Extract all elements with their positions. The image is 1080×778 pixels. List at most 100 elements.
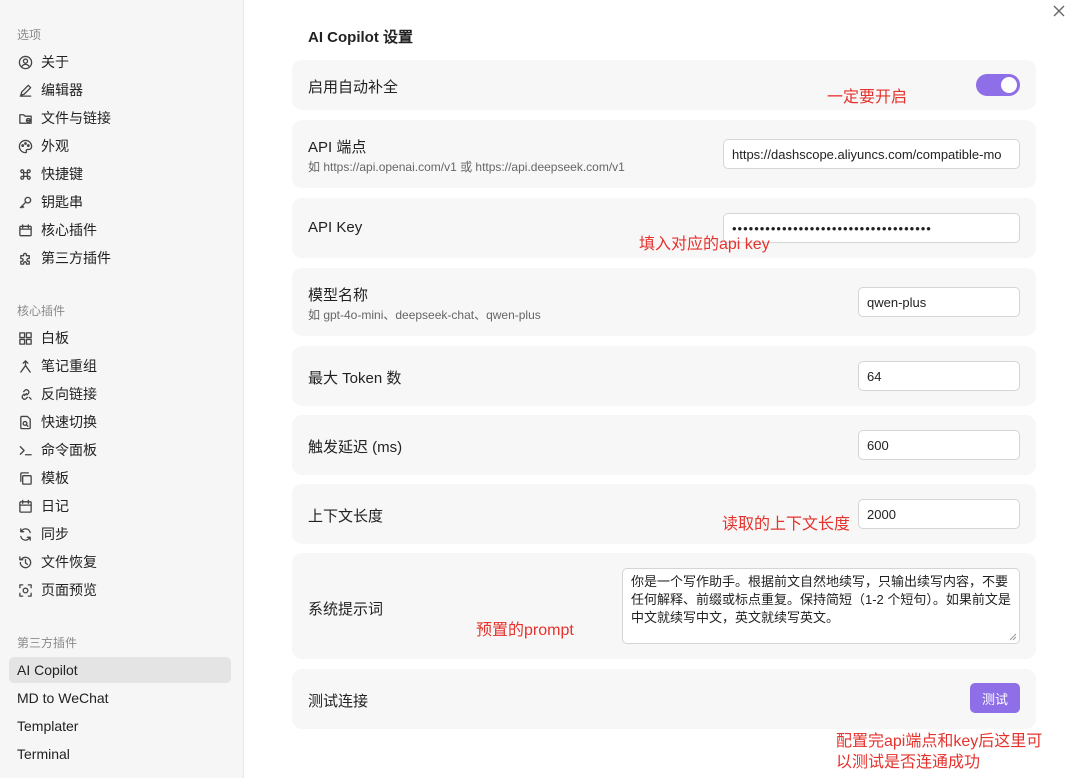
setting-label: 系统提示词 xyxy=(308,601,384,618)
sidebar-item-label: 外观 xyxy=(41,138,69,154)
puzzle-icon xyxy=(17,250,33,266)
setting-system-prompt: 系统提示词 你是一个写作助手。根据前文自然地续写，只输出续写内容，不要任何解释、… xyxy=(292,553,1036,659)
grid-icon xyxy=(17,330,33,346)
sidebar-item-community-plugins[interactable]: 第三方插件 xyxy=(9,245,231,271)
sidebar-item-label: AI Copilot xyxy=(17,662,78,678)
sidebar-item-backlinks[interactable]: 反向链接 xyxy=(9,381,231,407)
sidebar-item-page-preview[interactable]: 页面预览 xyxy=(9,577,231,603)
sidebar-item-label: 核心插件 xyxy=(41,222,97,238)
settings-content: AI Copilot 设置 启用自动补全 API 端点 如 https://ap… xyxy=(244,0,1080,778)
sidebar-item-label: 关于 xyxy=(41,54,69,70)
context-length-input[interactable] xyxy=(858,499,1020,529)
setting-autocomplete: 启用自动补全 xyxy=(292,60,1036,110)
setting-label: 测试连接 xyxy=(308,693,369,710)
sidebar-item-label: 反向链接 xyxy=(41,386,97,402)
calendar-icon xyxy=(17,498,33,514)
setting-label: 启用自动补全 xyxy=(308,79,399,96)
max-token-input[interactable] xyxy=(858,361,1020,391)
command-icon xyxy=(17,166,33,182)
user-circle-icon xyxy=(17,54,33,70)
sidebar-item-label: 页面预览 xyxy=(41,582,97,598)
sidebar-item-ai-copilot[interactable]: AI Copilot xyxy=(9,657,231,683)
page-title: AI Copilot 设置 xyxy=(308,29,413,46)
setting-label: 上下文长度 xyxy=(308,508,384,525)
sidebar-item-daily-notes[interactable]: 日记 xyxy=(9,493,231,519)
annotation-prompt: 预置的prompt xyxy=(476,622,574,639)
sidebar-item-hotkeys[interactable]: 快捷键 xyxy=(9,161,231,187)
annotation-api-key: 填入对应的api key xyxy=(639,236,770,253)
setting-label: 模型名称 xyxy=(308,287,369,304)
sidebar-item-canvas[interactable]: 白板 xyxy=(9,325,231,351)
setting-description: 如 https://api.openai.com/v1 或 https://ap… xyxy=(308,160,625,174)
model-name-input[interactable] xyxy=(858,287,1020,317)
history-icon xyxy=(17,554,33,570)
sidebar-item-appearance[interactable]: 外观 xyxy=(9,133,231,159)
sidebar-item-label: 命令面板 xyxy=(41,442,97,458)
annotation-context: 读取的上下文长度 xyxy=(722,516,851,533)
setting-description: 如 gpt-4o-mini、deepseek-chat、qwen-plus xyxy=(308,308,541,322)
trigger-delay-input[interactable] xyxy=(858,430,1020,460)
sidebar-item-label: 模板 xyxy=(41,470,69,486)
sidebar-item-about[interactable]: 关于 xyxy=(9,49,231,75)
preview-icon xyxy=(17,582,33,598)
sidebar-item-label: 笔记重组 xyxy=(41,358,97,374)
autocomplete-toggle[interactable] xyxy=(976,74,1020,96)
annotation-toggle: 一定要开启 xyxy=(827,89,908,106)
terminal-icon xyxy=(17,442,33,458)
test-button[interactable]: 测试 xyxy=(970,683,1020,713)
setting-label: 最大 Token 数 xyxy=(308,370,402,387)
sidebar-item-label: 文件与链接 xyxy=(41,110,111,126)
sidebar-item-label: 文件恢复 xyxy=(41,554,97,570)
api-endpoint-input[interactable] xyxy=(723,139,1020,169)
sidebar-item-sync[interactable]: 同步 xyxy=(9,521,231,547)
sidebar-item-label: Templater xyxy=(17,718,79,734)
key-icon xyxy=(17,194,33,210)
sidebar-item-editor[interactable]: 编辑器 xyxy=(9,77,231,103)
sidebar-item-command-palette[interactable]: 命令面板 xyxy=(9,437,231,463)
sidebar-item-files-links[interactable]: 文件与链接 xyxy=(9,105,231,131)
close-button[interactable] xyxy=(1052,4,1070,22)
link-icon xyxy=(17,386,33,402)
sidebar-item-file-recovery[interactable]: 文件恢复 xyxy=(9,549,231,575)
annotation-test-line2: 以测试是否连通成功 xyxy=(836,754,981,771)
setting-api-endpoint: API 端点 如 https://api.openai.com/v1 或 htt… xyxy=(292,120,1036,188)
sidebar-item-md-to-wechat[interactable]: MD to WeChat xyxy=(9,685,231,711)
sidebar-item-label: 编辑器 xyxy=(41,82,83,98)
settings-sidebar: 选项 关于 编辑器 文件与链接 外观 快捷键 钥匙串 核心插件 第三方插件 核心… xyxy=(0,0,244,778)
sidebar-item-label: 白板 xyxy=(41,330,69,346)
setting-label: 触发延迟 (ms) xyxy=(308,439,403,456)
section-title-core: 核心插件 xyxy=(17,304,66,318)
sidebar-item-label: 钥匙串 xyxy=(41,194,83,210)
calendar-icon xyxy=(17,222,33,238)
copy-icon xyxy=(17,470,33,486)
sidebar-item-keychain[interactable]: 钥匙串 xyxy=(9,189,231,215)
system-prompt-textarea[interactable]: 你是一个写作助手。根据前文自然地续写，只输出续写内容，不要任何解释、前缀或标点重… xyxy=(622,568,1020,644)
setting-label: API 端点 xyxy=(308,139,367,156)
sidebar-item-terminal[interactable]: Terminal xyxy=(9,741,231,767)
setting-label: API Key xyxy=(308,219,363,236)
pen-icon xyxy=(17,82,33,98)
section-title-options: 选项 xyxy=(17,28,42,42)
sidebar-item-note-composer[interactable]: 笔记重组 xyxy=(9,353,231,379)
sidebar-item-label: Terminal xyxy=(17,746,70,762)
setting-context-length: 上下文长度 xyxy=(292,484,1036,544)
annotation-test-line1: 配置完api端点和key后这里可 xyxy=(836,733,1043,750)
sidebar-item-templates[interactable]: 模板 xyxy=(9,465,231,491)
sidebar-item-label: 同步 xyxy=(41,526,69,542)
setting-trigger-delay: 触发延迟 (ms) xyxy=(292,415,1036,475)
section-title-third-party: 第三方插件 xyxy=(17,636,78,650)
sidebar-item-quick-switcher[interactable]: 快速切换 xyxy=(9,409,231,435)
setting-model: 模型名称 如 gpt-4o-mini、deepseek-chat、qwen-pl… xyxy=(292,268,1036,336)
close-icon xyxy=(1053,5,1065,17)
file-search-icon xyxy=(17,414,33,430)
sidebar-item-templater[interactable]: Templater xyxy=(9,713,231,739)
sidebar-item-label: 日记 xyxy=(41,498,69,514)
merge-icon xyxy=(17,358,33,374)
setting-test-connection: 测试连接 测试 xyxy=(292,669,1036,729)
sidebar-item-label: 第三方插件 xyxy=(41,250,111,266)
sidebar-item-label: 快速切换 xyxy=(41,414,97,430)
sidebar-item-label: MD to WeChat xyxy=(17,690,109,706)
sidebar-item-core-plugins[interactable]: 核心插件 xyxy=(9,217,231,243)
sync-icon xyxy=(17,526,33,542)
resize-grip-icon[interactable] xyxy=(1009,633,1017,641)
